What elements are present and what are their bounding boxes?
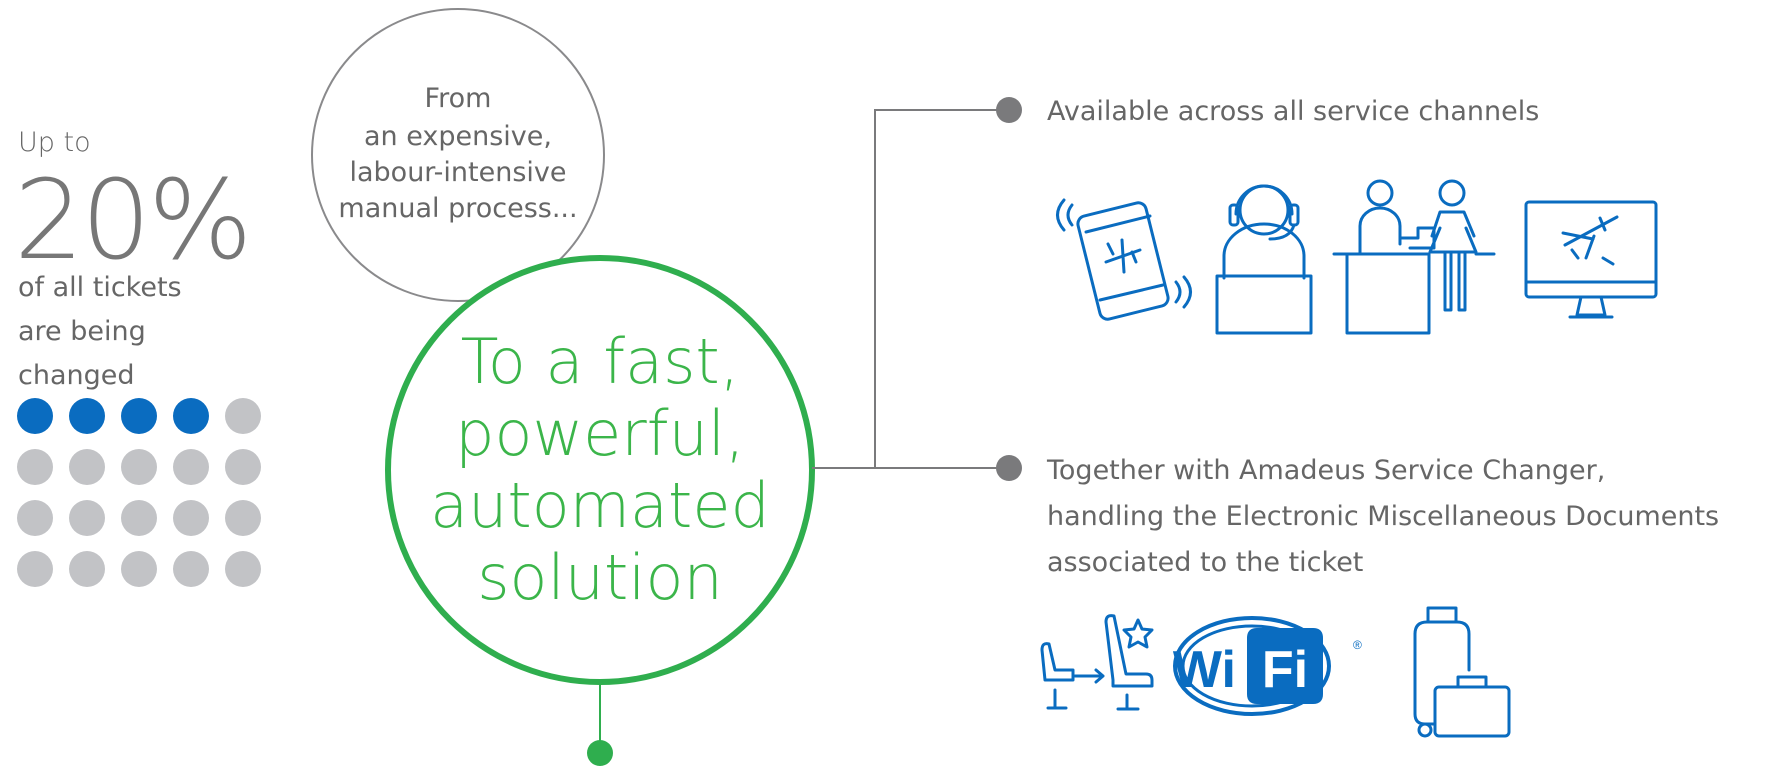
seat-upgrade-icon — [1040, 614, 1154, 711]
bullet-line: handling the Electronic Miscellaneous Do… — [1047, 501, 1720, 532]
mobile-plane-icon — [1056, 198, 1192, 321]
bullet-line: associated to the ticket — [1047, 547, 1364, 578]
bracket-connector — [874, 109, 1001, 469]
desktop-plane-icon — [1524, 200, 1658, 319]
baggage-icon — [1413, 606, 1511, 738]
bullet-dot-1 — [996, 97, 1022, 123]
main-line: To a fast, — [460, 325, 740, 398]
call-center-agent-icon — [1215, 184, 1313, 335]
bullet-line: Available across all service channels — [1047, 96, 1540, 127]
main-circle-text: To a fast, powerful, automated solution — [420, 326, 780, 614]
bullet-1-text: Available across all service channels — [1047, 89, 1539, 135]
bullet-2-text: Together with Amadeus Service Changer, h… — [1047, 448, 1719, 586]
wifi-registered-mark: ® — [1353, 638, 1362, 652]
from-circle-text: From an expensive, labour-intensive manu… — [318, 81, 598, 227]
airport-counter-icon — [1332, 179, 1496, 335]
main-line: powerful, — [455, 397, 745, 470]
main-line: automated — [430, 469, 770, 542]
bullet-line: Together with Amadeus Service Changer, — [1047, 455, 1606, 486]
bullet-dot-2 — [996, 455, 1022, 481]
main-line: solution — [477, 541, 723, 614]
from-line: labour-intensive — [349, 157, 567, 188]
wifi-right-text: Fi — [1262, 641, 1308, 699]
green-end-dot — [587, 740, 613, 766]
from-line: an expensive, — [364, 121, 552, 152]
wifi-left-text: Wi — [1173, 641, 1236, 699]
from-line: manual process... — [338, 193, 578, 224]
from-line: From — [424, 83, 492, 114]
